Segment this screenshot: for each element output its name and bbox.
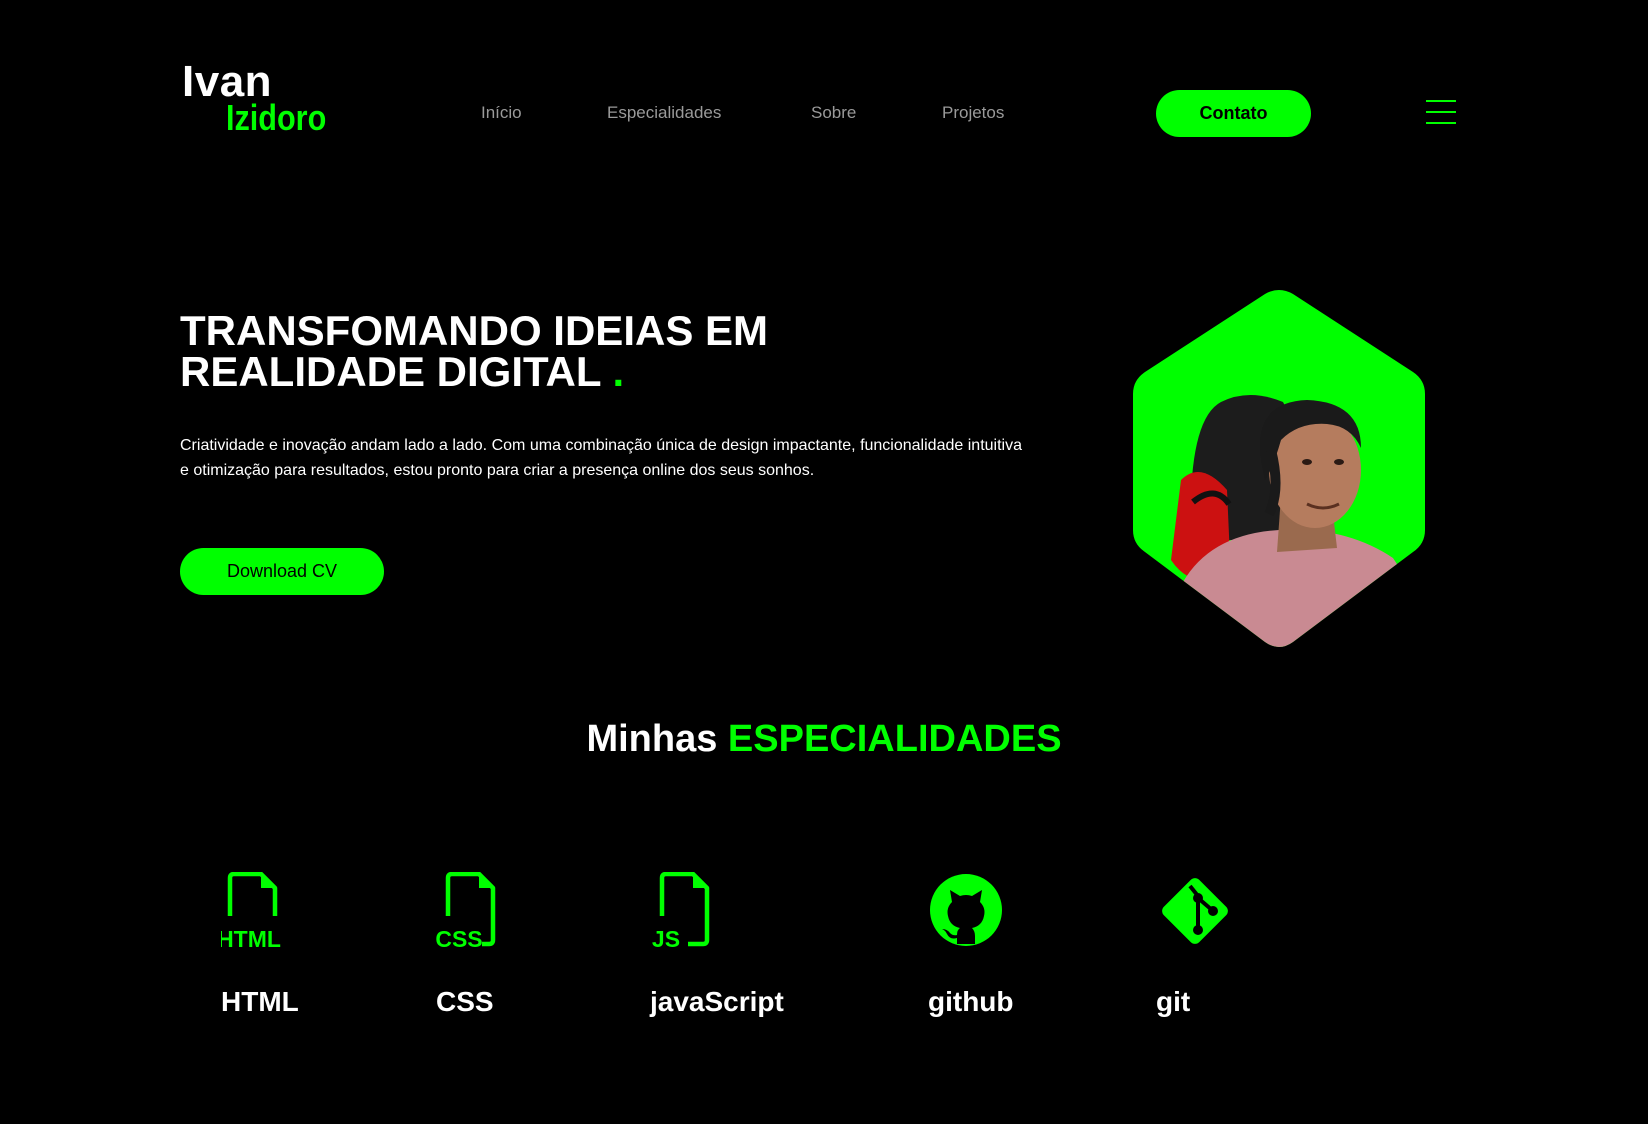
- specialties-heading: Minhas ESPECIALIDADES: [586, 718, 1062, 760]
- svg-text:CSS: CSS: [436, 926, 483, 952]
- skill-label: HTML: [221, 986, 299, 1017]
- skill-label: javaScript: [650, 986, 784, 1017]
- main-nav: Início Especialidades Sobre Projetos: [0, 103, 1648, 125]
- skill-javascript: JS javaScript: [650, 872, 810, 1018]
- hero-description: Criatividade e inovação andam lado a lad…: [180, 437, 1022, 479]
- contact-button[interactable]: Contato: [1156, 90, 1311, 137]
- svg-text:HTML: HTML: [221, 926, 281, 952]
- download-cv-button[interactable]: Download CV: [180, 548, 384, 595]
- nav-link-sobre[interactable]: Sobre: [811, 103, 856, 123]
- nav-link-especialidades[interactable]: Especialidades: [607, 103, 721, 123]
- portfolio-page: Ivan Izidoro Início Especialidades Sobre…: [0, 0, 1648, 1124]
- skill-html: HTML HTML: [221, 872, 381, 1018]
- nav-link-inicio[interactable]: Início: [481, 103, 522, 123]
- skill-css: CSS CSS: [436, 872, 596, 1018]
- skill-label: github: [928, 986, 1014, 1017]
- html-file-icon: HTML: [221, 872, 281, 952]
- svg-text:JS: JS: [652, 926, 680, 952]
- github-icon: [930, 874, 1002, 946]
- nav-link-projetos[interactable]: Projetos: [942, 103, 1004, 123]
- profile-photo: [1133, 290, 1425, 647]
- skill-git: git: [1156, 872, 1316, 1018]
- js-file-icon: JS: [652, 872, 710, 952]
- hamburger-menu-icon[interactable]: [1426, 100, 1456, 126]
- hero-title: TRANSFOMANDO IDEIAS EM REALIDADE DIGITAL…: [180, 307, 768, 395]
- css-file-icon: CSS: [436, 872, 496, 952]
- skill-label: CSS: [436, 986, 494, 1017]
- git-icon: [1162, 878, 1228, 944]
- skill-github: github: [928, 872, 1088, 1018]
- skill-label: git: [1156, 986, 1191, 1017]
